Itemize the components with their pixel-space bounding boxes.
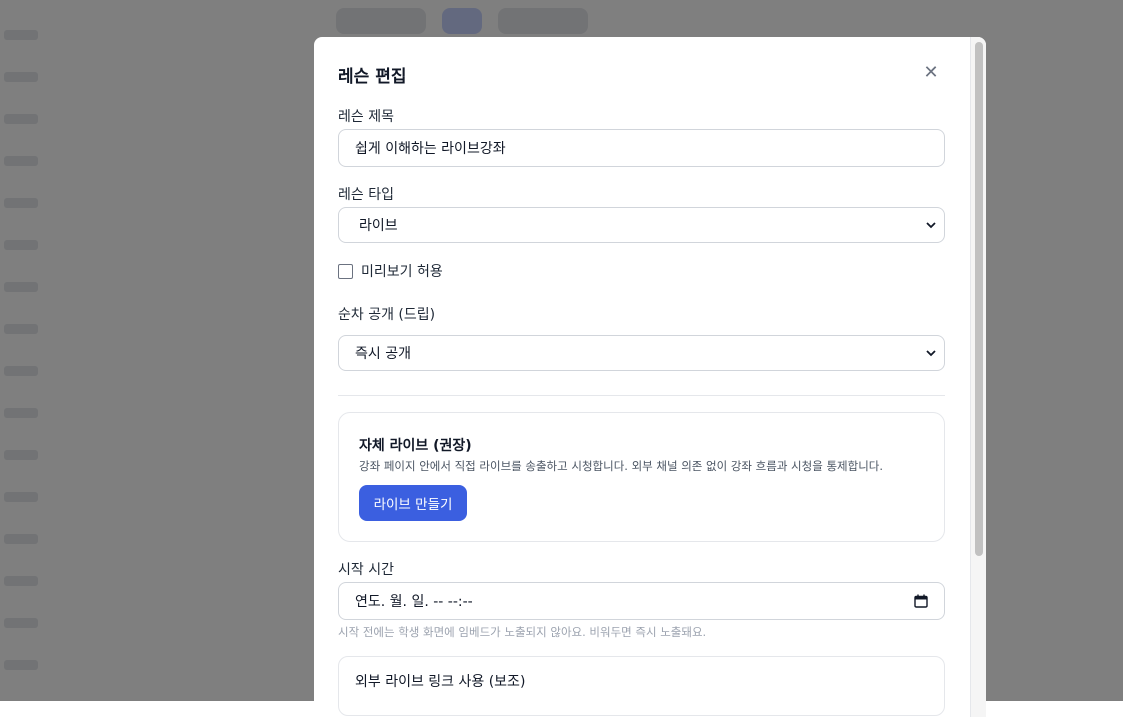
external-link-label: 외부 라이브 링크 사용 (보조) — [355, 674, 526, 690]
modal-title: 레슨 편집 — [338, 67, 407, 87]
divider — [338, 395, 945, 396]
native-live-title: 자체 라이브 (권장) — [359, 438, 472, 454]
lesson-type-select[interactable]: 라이브 — [338, 207, 945, 243]
native-live-description: 강좌 페이지 안에서 직접 라이브를 송출하고 시청합니다. 외부 채널 의존 … — [359, 459, 884, 473]
start-time-input[interactable]: 연도. 월. 일. -- --:-- — [338, 582, 945, 620]
start-time-hint: 시작 전에는 학생 화면에 임베드가 노출되지 않아요. 비워두면 즉시 노출돼… — [338, 625, 707, 639]
calendar-icon[interactable] — [914, 594, 928, 608]
edit-lesson-modal: 레슨 편집 ✕ 레슨 제목 쉽게 이해하는 라이브강좌 레슨 타입 라이브 미리… — [314, 37, 986, 717]
drip-select[interactable]: 즉시 공개 — [338, 335, 945, 371]
external-link-card[interactable]: 외부 라이브 링크 사용 (보조) — [338, 656, 945, 716]
scrollbar-thumb[interactable] — [975, 42, 983, 556]
create-live-button[interactable]: 라이브 만들기 — [359, 485, 467, 521]
preview-label: 미리보기 허용 — [361, 264, 443, 280]
lesson-title-value: 쉽게 이해하는 라이브강좌 — [355, 141, 506, 157]
lesson-title-input[interactable]: 쉽게 이해하는 라이브강좌 — [338, 129, 945, 167]
lesson-type-value: 라이브 — [359, 218, 398, 234]
start-time-label: 시작 시간 — [338, 562, 394, 578]
chevron-down-icon — [926, 222, 936, 229]
preview-checkbox[interactable] — [338, 263, 353, 279]
modal-scrollbar[interactable] — [970, 37, 986, 717]
preview-checkbox-row[interactable]: 미리보기 허용 — [338, 261, 443, 281]
lesson-type-label: 레슨 타입 — [338, 187, 394, 203]
start-time-value: 연도. 월. 일. -- --:-- — [355, 594, 473, 610]
drip-value: 즉시 공개 — [355, 346, 411, 362]
native-live-card: 자체 라이브 (권장) 강좌 페이지 안에서 직접 라이브를 송출하고 시청합니… — [338, 412, 945, 542]
close-icon[interactable]: ✕ — [920, 63, 942, 85]
lesson-title-label: 레슨 제목 — [338, 109, 394, 125]
drip-label: 순차 공개 (드립) — [338, 307, 436, 323]
chevron-down-icon — [926, 350, 936, 357]
